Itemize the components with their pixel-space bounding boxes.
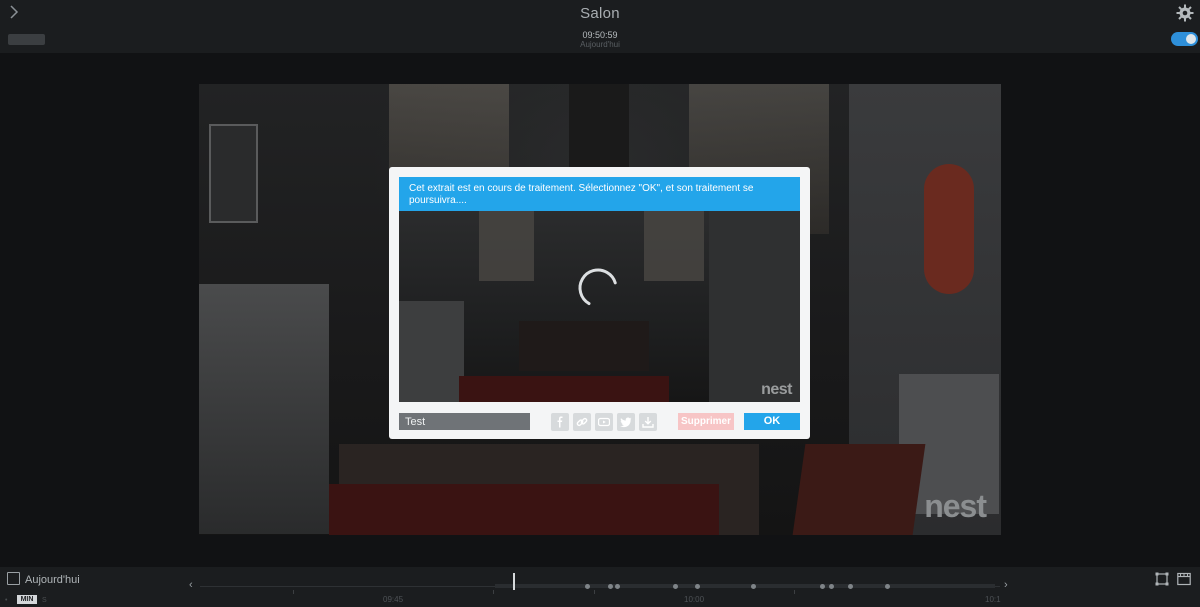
timeline-tick: [794, 590, 795, 594]
calendar-icon[interactable]: [7, 572, 20, 585]
timeline-tick-label: 10:00: [684, 595, 705, 604]
youtube-icon[interactable]: [595, 413, 613, 431]
preview-window-left: [479, 211, 534, 281]
zoom-out-marker[interactable]: •: [5, 597, 7, 604]
timeline-tick: [293, 590, 294, 594]
facebook-icon[interactable]: [551, 413, 569, 431]
today-label[interactable]: Aujourd'hui: [25, 574, 80, 586]
gear-icon[interactable]: [1176, 4, 1194, 22]
clip-name-input[interactable]: [399, 413, 530, 430]
red-sofa: [329, 484, 719, 535]
crop-icon[interactable]: [1155, 572, 1169, 586]
ok-button[interactable]: OK: [744, 413, 800, 430]
red-chair: [792, 444, 926, 535]
event-marker[interactable]: [820, 584, 825, 589]
link-icon[interactable]: [573, 413, 591, 431]
download-icon[interactable]: [639, 413, 657, 431]
camera-title: Salon: [580, 5, 620, 22]
event-marker[interactable]: [585, 584, 590, 589]
event-marker[interactable]: [751, 584, 756, 589]
event-marker[interactable]: [673, 584, 678, 589]
timeline-next-icon[interactable]: ›: [1004, 579, 1008, 591]
event-marker[interactable]: [848, 584, 853, 589]
twitter-icon[interactable]: [617, 413, 635, 431]
timeline-prev-icon[interactable]: ‹: [189, 579, 193, 591]
event-marker[interactable]: [695, 584, 700, 589]
current-time: 09:50:59 Aujourd'hui: [0, 30, 1200, 50]
clip-library-icon[interactable]: [1177, 572, 1191, 586]
loading-spinner-icon: [578, 268, 618, 308]
preview-sofa: [459, 376, 669, 402]
event-marker[interactable]: [608, 584, 613, 589]
preview-window-right: [644, 211, 704, 281]
whiteboard: [209, 124, 258, 223]
clip-dialog: Cet extrait est en cours de traitement. …: [389, 167, 810, 439]
nest-watermark: nest: [924, 488, 987, 524]
timeline-tick-label: 09:45: [383, 595, 404, 604]
zoom-level-badge[interactable]: MIN: [17, 595, 37, 604]
camera-toggle[interactable]: [1171, 32, 1198, 46]
preview-cabinets: [399, 301, 464, 402]
clip-preview[interactable]: nest: [399, 211, 800, 402]
preview-right-wall: [709, 211, 800, 402]
toggle-knob: [1186, 34, 1196, 44]
event-marker[interactable]: [829, 584, 834, 589]
kitchen-cabinets: [199, 284, 329, 534]
event-marker[interactable]: [615, 584, 620, 589]
processing-message: Cet extrait est en cours de traitement. …: [399, 177, 800, 211]
wall-painting: [569, 84, 629, 174]
zoom-in-marker[interactable]: S: [42, 597, 47, 604]
timeline-playhead[interactable]: [513, 573, 515, 590]
top-bar: Salon 09:50:59 Aujourd'hui: [0, 0, 1200, 53]
timeline-bar: Aujourd'hui • MIN S ‹ › 09:45 10:00 10:1: [0, 567, 1200, 607]
inflatable-toy: [924, 164, 974, 294]
preview-nest-watermark: nest: [761, 381, 792, 398]
time-value: 09:50:59: [582, 30, 618, 40]
timeline-tick-label: 10:1: [985, 595, 1001, 604]
timeline-recorded-range: [495, 584, 995, 588]
date-value: Aujourd'hui: [580, 40, 620, 49]
event-marker[interactable]: [885, 584, 890, 589]
delete-button[interactable]: Supprimer: [678, 413, 734, 430]
timeline-tick: [493, 590, 494, 594]
timeline-tick: [594, 590, 595, 594]
preview-table: [519, 321, 649, 371]
